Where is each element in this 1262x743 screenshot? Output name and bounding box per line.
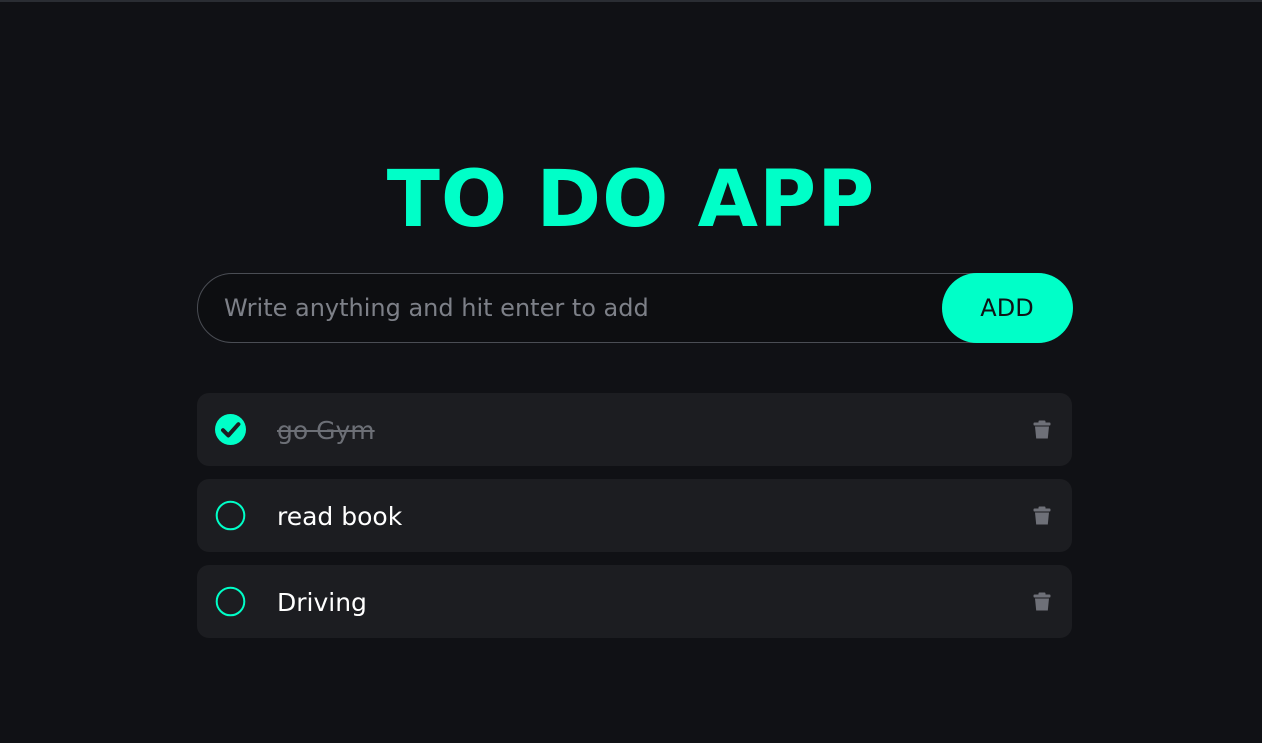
todo-list: go Gym read book Driving [197,393,1072,651]
trash-icon[interactable] [1033,506,1051,525]
circle-outline-icon[interactable] [215,500,246,531]
todo-item-text: Driving [277,588,367,617]
todo-item: go Gym [197,393,1072,466]
todo-input[interactable] [224,274,924,341]
todo-item: read book [197,479,1072,552]
circle-outline-icon[interactable] [215,586,246,617]
trash-icon[interactable] [1033,592,1051,611]
trash-icon[interactable] [1033,420,1051,439]
add-button[interactable]: ADD [941,272,1073,343]
window-top-border [0,0,1262,2]
add-todo-form: ADD [197,272,1073,343]
todo-item: Driving [197,565,1072,638]
todo-item-text: go Gym [277,416,375,445]
todo-item-text: read book [277,502,403,531]
check-circle-filled-icon[interactable] [215,414,246,445]
todo-app-page: TO DO APP ADD go Gym read book [0,0,1262,743]
app-title: TO DO APP [386,155,876,245]
